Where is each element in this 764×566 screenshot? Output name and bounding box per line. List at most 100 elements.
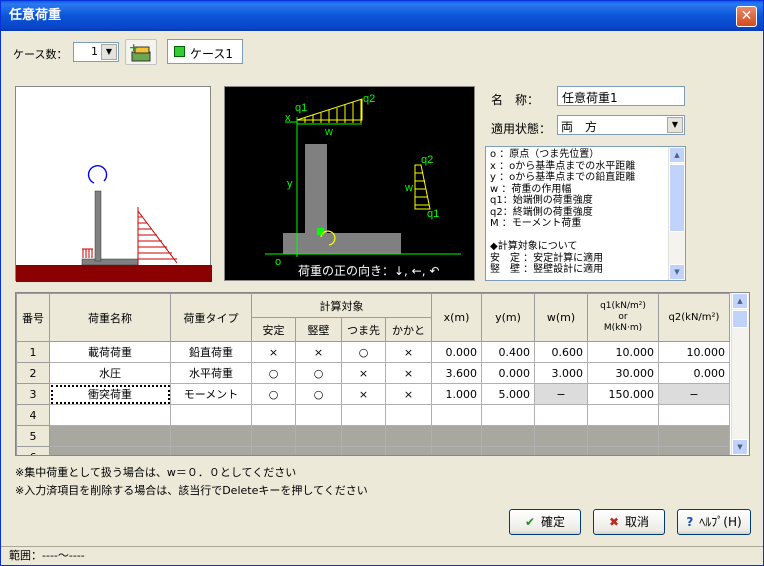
- cell-q1[interactable]: 10.000: [587, 341, 659, 363]
- case-count-select[interactable]: 1 ▼: [73, 42, 119, 62]
- cell-stab[interactable]: [251, 425, 296, 447]
- cell-name[interactable]: [49, 425, 171, 447]
- cell-q2[interactable]: [658, 425, 730, 447]
- cell-x[interactable]: 1.000: [431, 383, 482, 405]
- cell-x[interactable]: [431, 446, 482, 455]
- scroll-down-icon[interactable]: ▼: [732, 439, 748, 455]
- table-row[interactable]: 1 載荷荷重 鉛直荷重 × × ○ × 0.000 0.400 0.600 10.000 10.000: [16, 341, 730, 363]
- cell-toe[interactable]: [341, 425, 386, 447]
- cell-toe[interactable]: [341, 404, 386, 426]
- cell-y[interactable]: [481, 425, 535, 447]
- help-label: ﾍﾙﾌﾟ(H): [699, 515, 742, 529]
- cell-name[interactable]: 衝突荷重: [49, 383, 171, 405]
- cell-q1[interactable]: [587, 404, 659, 426]
- cell-y[interactable]: 0.000: [481, 362, 535, 384]
- diagram-label-w: w: [324, 126, 333, 138]
- row-number[interactable]: 3: [16, 383, 50, 405]
- cell-q2[interactable]: [658, 446, 730, 455]
- cell-q1[interactable]: [587, 425, 659, 447]
- table-row[interactable]: 2 水圧 水平荷重 ○ ○ × × 3.600 0.000 3.000 30.000 0.000: [16, 362, 730, 384]
- cell-y[interactable]: 0.400: [481, 341, 535, 363]
- cell-q1[interactable]: 150.000: [587, 383, 659, 405]
- cell-y[interactable]: [481, 404, 535, 426]
- cancel-button[interactable]: ✖ 取消: [593, 509, 665, 535]
- cell-type[interactable]: 水平荷重: [170, 362, 252, 384]
- row-number[interactable]: 2: [16, 362, 50, 384]
- scroll-down-icon[interactable]: ▼: [669, 264, 685, 280]
- ok-button[interactable]: ✔ 確定: [509, 509, 581, 535]
- cell-name[interactable]: [49, 446, 171, 455]
- cell-x[interactable]: 0.000: [431, 341, 482, 363]
- cell-w[interactable]: [534, 404, 588, 426]
- row-number[interactable]: 5: [16, 425, 50, 447]
- cell-w[interactable]: −: [534, 383, 588, 405]
- table-row[interactable]: 3 衝突荷重 モーメント ○ ○ × × 1.000 5.000−150.000−: [16, 383, 730, 405]
- case-tab-1[interactable]: ケース1: [167, 39, 243, 64]
- cell-w[interactable]: [534, 446, 588, 455]
- cell-name[interactable]: [49, 404, 171, 426]
- cell-toe[interactable]: ○: [341, 341, 386, 363]
- cell-stab[interactable]: ○: [251, 383, 296, 405]
- scroll-thumb[interactable]: [732, 310, 748, 328]
- table-row[interactable]: 6: [16, 446, 730, 455]
- cell-stab[interactable]: [251, 446, 296, 455]
- cell-type[interactable]: [170, 404, 252, 426]
- row-number[interactable]: 4: [16, 404, 50, 426]
- cell-y[interactable]: 5.000: [481, 383, 535, 405]
- cell-heel[interactable]: [385, 446, 432, 455]
- row-number[interactable]: 6: [16, 446, 50, 455]
- cell-stab[interactable]: [251, 404, 296, 426]
- scroll-up-icon[interactable]: ▲: [732, 293, 748, 309]
- description-line: 竪 壁 ：竪壁設計に適用: [490, 264, 604, 275]
- cell-heel[interactable]: ×: [385, 383, 432, 405]
- cell-wall[interactable]: ○: [295, 383, 342, 405]
- cell-type[interactable]: [170, 425, 252, 447]
- cell-q2[interactable]: [658, 404, 730, 426]
- cell-type[interactable]: モーメント: [170, 383, 252, 405]
- state-select[interactable]: 両 方 ▼: [557, 115, 685, 135]
- help-button[interactable]: ? ﾍﾙﾌﾟ(H): [677, 509, 751, 535]
- cell-q1[interactable]: 30.000: [587, 362, 659, 384]
- cell-heel[interactable]: [385, 404, 432, 426]
- scroll-thumb[interactable]: [669, 164, 685, 232]
- cell-heel[interactable]: [385, 425, 432, 447]
- cell-toe[interactable]: [341, 446, 386, 455]
- cell-stab[interactable]: ○: [251, 362, 296, 384]
- cell-wall[interactable]: [295, 404, 342, 426]
- cell-heel[interactable]: ×: [385, 341, 432, 363]
- cell-wall[interactable]: ×: [295, 341, 342, 363]
- cell-q1[interactable]: [587, 446, 659, 455]
- name-input[interactable]: 任意荷重1: [557, 86, 685, 106]
- cell-x[interactable]: [431, 425, 482, 447]
- cell-wall[interactable]: [295, 446, 342, 455]
- row-number[interactable]: 1: [16, 341, 50, 363]
- cell-q2[interactable]: 0.000: [658, 362, 730, 384]
- cell-toe[interactable]: ×: [341, 362, 386, 384]
- cell-x[interactable]: [431, 404, 482, 426]
- cell-q2[interactable]: −: [658, 383, 730, 405]
- table-scrollbar[interactable]: ▲ ▼: [731, 293, 749, 455]
- cell-stab[interactable]: ×: [251, 341, 296, 363]
- close-button[interactable]: ✕: [736, 6, 757, 27]
- cell-name[interactable]: 載荷荷重: [49, 341, 171, 363]
- table-row[interactable]: 4: [16, 404, 730, 426]
- table-row[interactable]: 5: [16, 425, 730, 447]
- add-case-button[interactable]: +: [125, 39, 157, 65]
- scroll-up-icon[interactable]: ▲: [669, 147, 685, 163]
- cell-heel[interactable]: ×: [385, 362, 432, 384]
- cell-w[interactable]: 0.600: [534, 341, 588, 363]
- cell-q2[interactable]: 10.000: [658, 341, 730, 363]
- cell-name[interactable]: 水圧: [49, 362, 171, 384]
- description-scrollbar[interactable]: ▲ ▼: [668, 147, 685, 280]
- description-box[interactable]: o ：原点（つま先位置） x ：oから基準点までの水平距離 y ：oから基準点までの…: [485, 146, 686, 281]
- cell-w[interactable]: 3.000: [534, 362, 588, 384]
- cell-x[interactable]: 3.600: [431, 362, 482, 384]
- cell-wall[interactable]: ○: [295, 362, 342, 384]
- cell-type[interactable]: 鉛直荷重: [170, 341, 252, 363]
- cell-w[interactable]: [534, 425, 588, 447]
- cell-toe[interactable]: ×: [341, 383, 386, 405]
- cell-y[interactable]: [481, 446, 535, 455]
- cell-type[interactable]: [170, 446, 252, 455]
- cross-icon: ✖: [608, 515, 620, 529]
- cell-wall[interactable]: [295, 425, 342, 447]
